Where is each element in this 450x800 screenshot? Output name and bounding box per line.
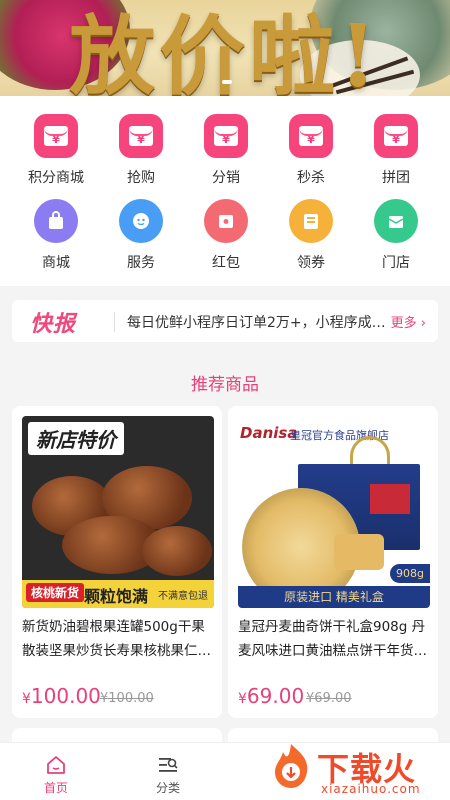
home-icon xyxy=(44,753,68,777)
original-price: ¥69.00 xyxy=(306,691,352,706)
grid-item-coupon[interactable]: 领券 xyxy=(268,199,354,272)
store-icon xyxy=(374,199,418,243)
category-icon xyxy=(156,753,180,777)
grid-item-store[interactable]: 门店 xyxy=(353,199,439,272)
tab-category[interactable]: 分类 xyxy=(133,743,203,800)
cookie-cup-image xyxy=(334,534,384,570)
price-value: 69.00 xyxy=(246,684,305,708)
grid-item-flash-buy[interactable]: ¥ 抢购 xyxy=(98,114,184,187)
original-price: ¥100.00 xyxy=(100,691,154,706)
brand-logo: Danisa xyxy=(240,424,298,442)
app-page: 放价啦! ¥ 积分商城 ¥ 抢购 ¥ 分销 ¥ 秒杀 ¥ 拼团 商城 服务 红包… xyxy=(0,0,450,800)
watermark: 下载火 xiazaihuo.com xyxy=(265,740,450,800)
grid-item-label: 商城 xyxy=(42,255,70,271)
red-envelope-icon: ¥ xyxy=(289,114,333,158)
section-title: 推荐商品 xyxy=(191,375,259,395)
grid-item-service[interactable]: 服务 xyxy=(98,199,184,272)
coupon-icon xyxy=(289,199,333,243)
product-price: ¥69.00 xyxy=(238,684,304,708)
product-image: 新店特价 核桃新货 颗粒饱满 不满意包退 xyxy=(22,416,214,608)
grid-item-mall[interactable]: 商城 xyxy=(13,199,99,272)
currency-symbol: ¥ xyxy=(22,691,31,707)
image-footer-tag: 核桃新货 xyxy=(26,583,85,602)
product-card[interactable]: 新店特价 核桃新货 颗粒饱满 不满意包退 新货奶油碧根果连罐500g干果散装坚果… xyxy=(12,406,222,718)
grid-item-seckill[interactable]: ¥ 秒杀 xyxy=(268,114,354,187)
grid-item-label: 拼团 xyxy=(382,170,410,186)
flame-logo-icon xyxy=(269,742,313,790)
tab-label: 首页 xyxy=(43,781,68,795)
red-envelope-icon: ¥ xyxy=(119,114,163,158)
image-footer-text: 颗粒饱满 xyxy=(84,587,149,606)
product-image: Danisa 皇冠官方食品旗舰店 908g 原装进口 精美礼盒 xyxy=(238,416,430,608)
service-robot-icon xyxy=(119,199,163,243)
carousel-indicator[interactable] xyxy=(222,80,232,84)
grid-item-label: 秒杀 xyxy=(297,170,325,186)
divider xyxy=(114,312,115,332)
wallet-icon xyxy=(204,199,248,243)
grid-item-label: 服务 xyxy=(127,255,155,271)
image-footer: 核桃新货 颗粒饱满 不满意包退 xyxy=(22,580,214,608)
red-envelope-icon: ¥ xyxy=(34,114,78,158)
red-envelope-icon: ¥ xyxy=(204,114,248,158)
grid-item-label: 门店 xyxy=(382,255,410,271)
product-name[interactable]: 新货奶油碧根果连罐500g干果散装坚果炒货长寿果核桃果仁零食 xyxy=(22,615,214,663)
price-value: 100.00 xyxy=(30,684,101,708)
image-footer-small: 不满意包退 xyxy=(158,591,208,602)
grid-item-red-packet[interactable]: 红包 xyxy=(183,199,269,272)
grid-item-group-buy[interactable]: ¥ 拼团 xyxy=(353,114,439,187)
grid-item-label: 红包 xyxy=(212,255,240,271)
product-card[interactable]: Danisa 皇冠官方食品旗舰店 908g 原装进口 精美礼盒 皇冠丹麦曲奇饼干… xyxy=(228,406,438,718)
more-link[interactable]: 更多 › xyxy=(391,312,426,331)
grid-item-label: 分销 xyxy=(212,170,240,186)
grid-item-points-mall[interactable]: ¥ 积分商城 xyxy=(13,114,99,187)
news-logo: 快报 xyxy=(30,312,77,337)
shopping-bag-icon xyxy=(34,199,78,243)
image-footer: 原装进口 精美礼盒 xyxy=(238,586,430,608)
grid-item-label: 抢购 xyxy=(127,170,155,186)
grid-item-label: 领券 xyxy=(297,255,325,271)
grid-item-label: 积分商城 xyxy=(28,170,84,186)
promo-banner[interactable]: 放价啦! xyxy=(0,0,450,96)
weight-badge: 908g xyxy=(390,564,430,583)
red-envelope-icon: ¥ xyxy=(374,114,418,158)
currency-symbol: ¥ xyxy=(238,691,247,707)
grid-item-distribution[interactable]: ¥ 分销 xyxy=(183,114,269,187)
tab-label: 分类 xyxy=(155,781,180,795)
news-headline[interactable]: 每日优鲜小程序日订单2万+，小程序成为新零售 xyxy=(127,312,387,332)
product-name[interactable]: 皇冠丹麦曲奇饼干礼盒908g 丹麦风味进口黄油糕点饼干年货礼品 xyxy=(238,615,430,663)
tab-home[interactable]: 首页 xyxy=(21,743,91,800)
news-ticker[interactable]: 快报 每日优鲜小程序日订单2万+，小程序成为新零售 更多 › xyxy=(12,300,438,342)
image-header: 新店特价 xyxy=(28,422,124,455)
watermark-url: xiazaihuo.com xyxy=(321,782,421,796)
product-price: ¥100.00 xyxy=(22,684,101,708)
pecan-image xyxy=(142,526,212,576)
feature-grid: ¥ 积分商城 ¥ 抢购 ¥ 分销 ¥ 秒杀 ¥ 拼团 商城 服务 红包 领券 门… xyxy=(0,96,450,286)
